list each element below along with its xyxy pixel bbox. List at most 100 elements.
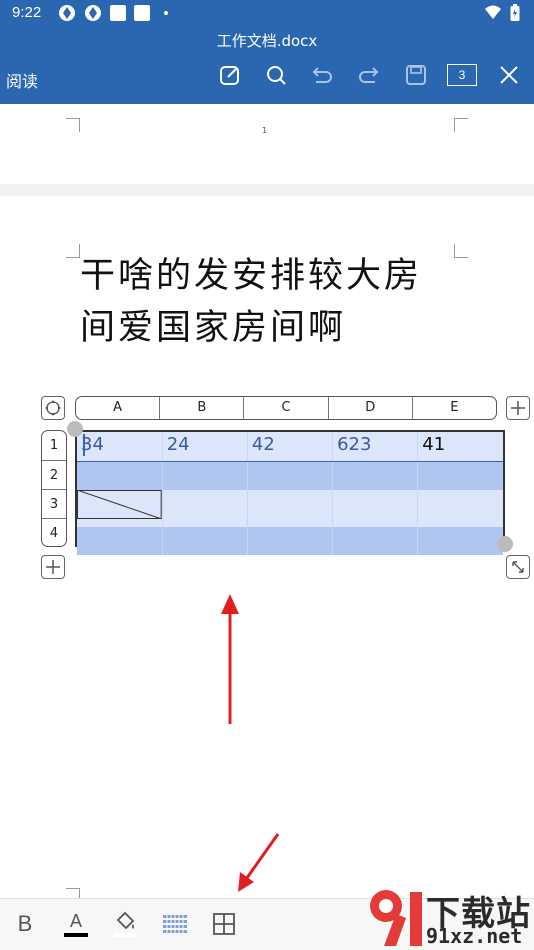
column-header[interactable]: E (411, 397, 496, 419)
site-watermark: 下载站 91xz.net (362, 880, 532, 950)
undo-button[interactable] (309, 62, 335, 88)
watermark-domain: 91xz.net (426, 924, 523, 948)
undo-icon (312, 67, 332, 83)
search-button[interactable] (263, 62, 289, 88)
crop-mark (66, 888, 80, 898)
selection-handle-end[interactable] (497, 536, 513, 552)
table-border-button[interactable] (209, 909, 239, 939)
bold-button[interactable]: B (10, 909, 40, 939)
column-header[interactable]: D (327, 397, 412, 419)
table-resize-handle[interactable] (506, 555, 530, 579)
document-table[interactable]: 34 24 42 623 41 (75, 430, 505, 555)
add-row-button[interactable] (41, 555, 65, 579)
add-column-button[interactable] (506, 396, 530, 420)
font-color-button[interactable]: A (61, 909, 91, 939)
text-cursor (83, 434, 85, 456)
fill-color-button[interactable] (110, 909, 140, 939)
diagonal-cell[interactable] (76, 489, 163, 527)
table-cell[interactable] (332, 461, 418, 490)
column-header[interactable]: A (76, 397, 159, 419)
bold-icon: B (17, 911, 33, 936)
table-cell[interactable]: 623 (332, 432, 418, 462)
status-time: 9:22 (12, 4, 42, 21)
edit-button[interactable] (217, 62, 243, 88)
page-count-icon: 3 (447, 64, 477, 86)
selection-handle-start[interactable] (67, 421, 83, 437)
body-line: 间爱国家房间啊 (80, 308, 347, 348)
plus-icon (511, 401, 525, 415)
table-cell[interactable] (332, 490, 418, 527)
table-cell[interactable] (417, 461, 503, 490)
body-line: 干啥的发安排较大房 (80, 256, 423, 296)
font-color-swatch (64, 933, 88, 937)
crop-mark (66, 244, 80, 258)
table-move-handle[interactable] (41, 396, 65, 420)
page-count-button[interactable]: 3 (446, 62, 478, 88)
search-icon (267, 66, 286, 85)
document-title: 工作文档.docx (216, 32, 318, 50)
table-cell[interactable] (246, 490, 333, 527)
column-header[interactable]: B (159, 397, 243, 419)
table-cell[interactable] (417, 527, 503, 555)
table-cell[interactable] (332, 527, 418, 555)
sync-icon (59, 5, 75, 21)
resize-icon (512, 561, 524, 573)
edit-icon (220, 66, 239, 85)
fill-color-icon (114, 911, 136, 937)
battery-icon (510, 4, 520, 21)
table-style-icon (163, 915, 187, 933)
notification-icons (58, 4, 168, 22)
move-icon (45, 400, 61, 416)
body-paragraph[interactable]: 干啥的发安排较大房 间爱国家房间啊 (80, 250, 480, 354)
row-header[interactable]: 3 (42, 489, 66, 518)
row-header[interactable]: 4 (42, 518, 66, 547)
redo-button[interactable] (356, 62, 382, 88)
save-button[interactable] (403, 62, 429, 88)
column-header-bar[interactable]: A B C D E (75, 396, 497, 420)
row-header-bar[interactable]: 1 2 3 4 (41, 430, 67, 547)
annotation-arrow-up (221, 594, 239, 724)
page-count-label: 3 (458, 68, 466, 82)
table-cell[interactable] (246, 461, 333, 490)
annotation-arrow-down (238, 833, 280, 892)
redo-icon (359, 67, 379, 83)
table-border-icon (213, 913, 235, 935)
row-header[interactable]: 2 (42, 460, 66, 489)
row-header[interactable]: 1 (42, 431, 66, 460)
plus-icon (46, 560, 60, 574)
table-cell[interactable] (161, 461, 248, 490)
table-cell[interactable] (417, 490, 503, 527)
table-cell[interactable] (161, 527, 248, 555)
system-icons (484, 4, 520, 22)
table-cell[interactable] (246, 527, 333, 555)
watermark-logo (370, 890, 422, 946)
notification-icon (134, 5, 150, 21)
app-toolbar: 工作文档.docx 阅读 3 (0, 28, 534, 104)
save-icon (406, 65, 426, 85)
table-cell[interactable] (161, 490, 248, 527)
table-cell[interactable] (77, 527, 163, 555)
more-notifications-icon (164, 11, 168, 15)
crop-mark (66, 118, 80, 132)
close-button[interactable] (496, 62, 522, 88)
document-view[interactable]: 1 干啥的发安排较大房 间爱国家房间啊 A B C D E 1 2 3 4 34… (0, 104, 534, 898)
table-cell[interactable]: 41 (417, 432, 503, 462)
column-header[interactable]: C (243, 397, 327, 419)
status-bar: 9:22 (0, 0, 534, 28)
table-cell[interactable]: 42 (246, 432, 333, 462)
read-mode-button[interactable]: 阅读 (6, 68, 38, 92)
close-icon (500, 66, 518, 84)
crop-mark (454, 118, 468, 132)
table-cell[interactable]: 34 (77, 432, 163, 462)
font-color-letter: A (69, 911, 82, 931)
table-style-button[interactable] (160, 909, 190, 939)
table-cell[interactable]: 24 (161, 432, 248, 462)
page-number: 1 (262, 126, 268, 135)
page-1: 1 (0, 104, 534, 184)
notification-icon (110, 5, 126, 21)
font-color-icon: A (64, 911, 88, 937)
sync-icon (85, 5, 101, 21)
table-cell[interactable] (77, 461, 163, 490)
diagonal-line (76, 489, 162, 520)
wifi-icon (485, 5, 501, 19)
